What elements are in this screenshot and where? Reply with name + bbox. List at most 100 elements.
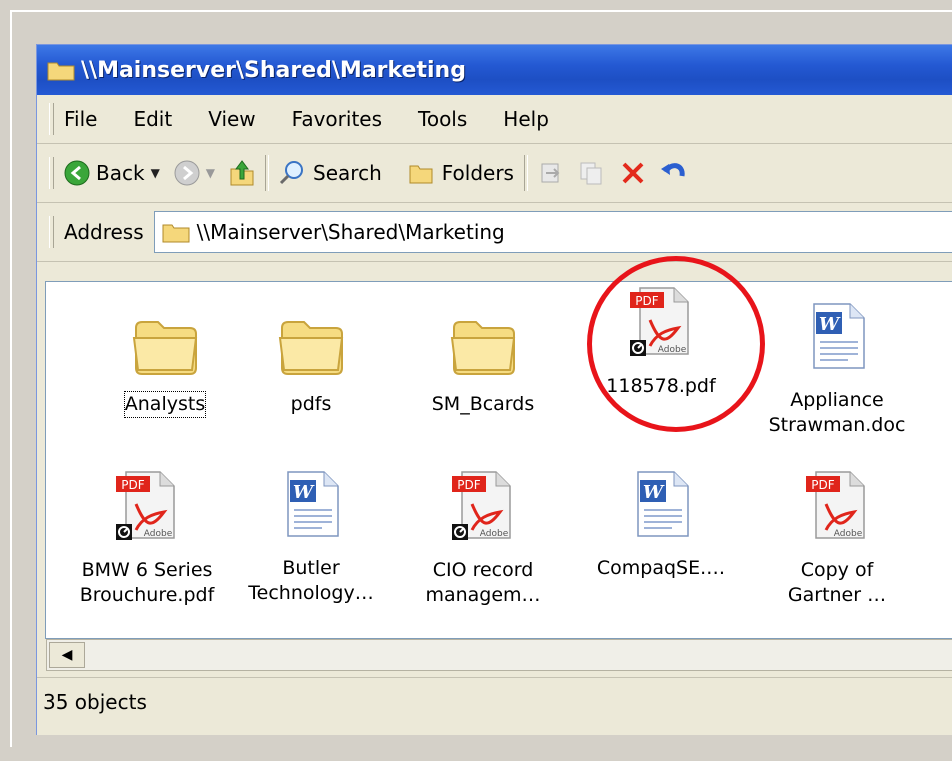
file-item[interactable]: W Butler Technology… xyxy=(226,468,396,606)
file-item[interactable]: W CompaqSE.… xyxy=(576,468,746,581)
folders-label: Folders xyxy=(441,161,514,185)
pdf-icon: PDF Adobe xyxy=(802,468,872,546)
svg-text:Adobe: Adobe xyxy=(834,529,863,539)
file-label: Butler Technology… xyxy=(248,556,373,606)
file-item[interactable]: SM_Bcards xyxy=(398,300,568,417)
folder-icon xyxy=(130,314,200,380)
standard-toolbar: Back ▼ ▼ Search Folders xyxy=(37,144,952,203)
file-item[interactable]: PDF Adobe CIO record managem… xyxy=(398,468,568,608)
status-text: 35 objects xyxy=(43,690,147,714)
svg-text:W: W xyxy=(819,314,841,335)
folders-icon xyxy=(409,165,433,184)
title-bar[interactable]: \\Mainserver\Shared\Marketing xyxy=(37,45,952,95)
file-item[interactable]: pdfs xyxy=(226,300,396,417)
file-list-pane[interactable]: Analysts pdfs SM_Bcards PDF Adobe 118578.pdf W… xyxy=(45,281,952,639)
file-name-line: managem… xyxy=(425,584,541,606)
window-title: \\Mainserver\Shared\Marketing xyxy=(81,57,466,83)
svg-text:PDF: PDF xyxy=(457,478,480,492)
back-dropdown-icon[interactable]: ▼ xyxy=(151,166,160,180)
file-name-line: CompaqSE.… xyxy=(596,557,726,579)
move-to-icon xyxy=(541,163,560,183)
toolbar-separator xyxy=(523,155,528,191)
file-name-line: Copy of xyxy=(800,559,874,581)
file-item[interactable]: PDF Adobe BMW 6 Series Brouchure.pdf xyxy=(62,468,232,608)
svg-text:Adobe: Adobe xyxy=(480,529,509,539)
copy-to-button[interactable] xyxy=(578,160,604,186)
scroll-left-arrow-icon[interactable]: ◀ xyxy=(49,642,85,668)
menu-grip[interactable] xyxy=(49,103,54,135)
file-name-line: 118578.pdf xyxy=(606,375,716,397)
delete-icon xyxy=(622,162,644,184)
file-name-line: pdfs xyxy=(290,393,332,415)
explorer-window: \\Mainserver\Shared\Marketing File Edit … xyxy=(36,44,952,735)
delete-button[interactable] xyxy=(620,160,646,186)
back-label: Back xyxy=(96,161,145,185)
folder-icon xyxy=(47,62,75,81)
menu-favorites[interactable]: Favorites xyxy=(292,107,382,131)
up-button[interactable] xyxy=(229,159,255,187)
address-input[interactable]: \\Mainserver\Shared\Marketing xyxy=(153,211,952,253)
copy-to-icon xyxy=(580,162,602,185)
folder-icon xyxy=(162,224,190,243)
address-bar: Address \\Mainserver\Shared\Marketing xyxy=(37,203,952,262)
file-item[interactable]: PDF Adobe Copy of Gartner … xyxy=(752,468,922,608)
file-label: CIO record managem… xyxy=(425,558,540,608)
word-icon: W xyxy=(806,300,868,376)
file-label: Analysts xyxy=(123,391,207,418)
svg-text:W: W xyxy=(293,482,315,503)
undo-icon xyxy=(660,163,685,177)
svg-text:W: W xyxy=(643,482,665,503)
file-name-line: Gartner … xyxy=(787,584,887,606)
menu-file[interactable]: File xyxy=(64,107,97,131)
forward-button[interactable]: ▼ xyxy=(174,160,215,186)
up-folder-icon xyxy=(230,160,254,186)
file-name-line: Butler xyxy=(282,557,340,579)
file-label: Appliance Strawman.doc xyxy=(769,388,906,438)
address-value: \\Mainserver\Shared\Marketing xyxy=(196,220,505,244)
horizontal-scrollbar[interactable]: ◀ xyxy=(46,639,952,671)
file-name-line: CIO record xyxy=(432,559,534,581)
file-item[interactable]: Analysts xyxy=(80,300,250,418)
toolbar-grip[interactable] xyxy=(49,157,54,189)
folder-icon xyxy=(276,314,346,380)
move-to-button[interactable] xyxy=(538,160,564,186)
svg-text:PDF: PDF xyxy=(635,294,658,308)
file-name-line: Analysts xyxy=(123,391,207,418)
menu-view[interactable]: View xyxy=(208,107,255,131)
folders-button[interactable]: Folders xyxy=(408,161,514,185)
menu-help[interactable]: Help xyxy=(503,107,549,131)
svg-text:PDF: PDF xyxy=(121,478,144,492)
back-button[interactable]: Back ▼ xyxy=(64,160,160,186)
svg-text:Adobe: Adobe xyxy=(658,345,687,355)
menu-edit[interactable]: Edit xyxy=(133,107,172,131)
file-item[interactable]: W Appliance Strawman.doc xyxy=(752,300,922,438)
file-item[interactable]: PDF Adobe 118578.pdf xyxy=(576,284,746,399)
file-name-line: Appliance xyxy=(790,389,884,411)
svg-text:PDF: PDF xyxy=(811,478,834,492)
toolbar-separator xyxy=(265,155,270,191)
search-label: Search xyxy=(313,161,382,185)
back-arrow-icon xyxy=(64,160,90,186)
address-label: Address xyxy=(64,220,144,244)
word-icon: W xyxy=(630,468,692,544)
file-name-line: BMW 6 Series xyxy=(81,559,213,581)
pdf-icon: PDF Adobe xyxy=(448,468,518,546)
file-label: SM_Bcards xyxy=(432,392,535,417)
svg-text:Adobe: Adobe xyxy=(144,529,173,539)
file-label: 118578.pdf xyxy=(606,374,715,399)
forward-arrow-icon xyxy=(174,160,200,186)
forward-dropdown-icon[interactable]: ▼ xyxy=(206,166,215,180)
search-icon xyxy=(279,161,304,185)
file-name-line: Technology… xyxy=(248,582,374,604)
address-grip[interactable] xyxy=(49,216,54,248)
file-label: CompaqSE.… xyxy=(597,556,725,581)
folder-icon xyxy=(448,314,518,380)
menu-bar: File Edit View Favorites Tools Help xyxy=(37,95,952,144)
status-bar: 35 objects xyxy=(37,677,952,728)
file-name-line: Strawman.doc xyxy=(768,414,906,436)
file-label: Copy of Gartner … xyxy=(788,558,886,608)
search-button[interactable]: Search xyxy=(279,160,382,186)
undo-button[interactable] xyxy=(660,160,688,186)
menu-tools[interactable]: Tools xyxy=(418,107,467,131)
pdf-icon: PDF Adobe xyxy=(112,468,182,546)
